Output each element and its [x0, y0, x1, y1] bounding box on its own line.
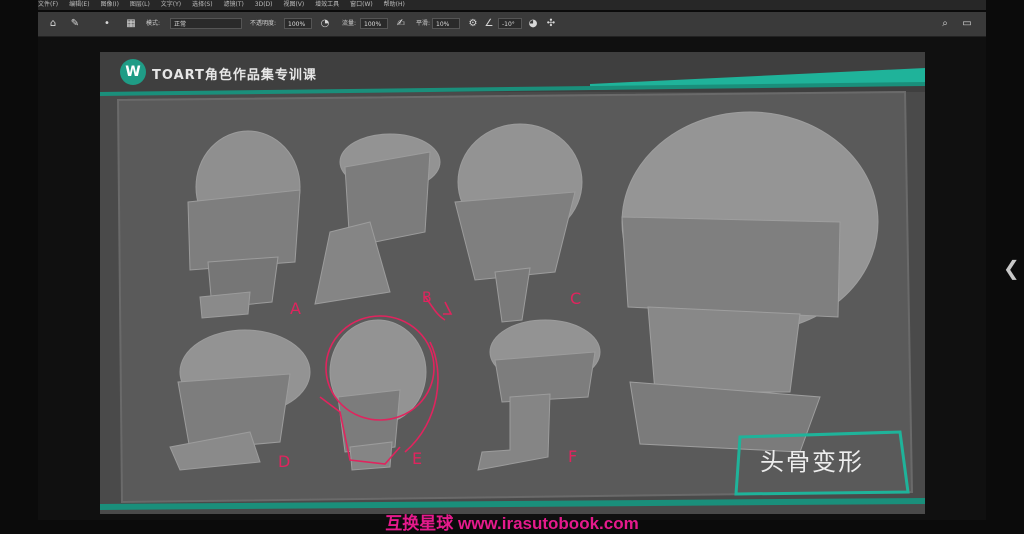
smooth-label: 平滑: [416, 20, 431, 27]
brush-settings-icon[interactable]: ▦ [124, 17, 138, 31]
menu-item-filter[interactable]: 滤镜(T) [224, 1, 244, 8]
menu-item-edit[interactable]: 编辑(E) [69, 1, 89, 8]
opacity-field[interactable]: 100% [284, 18, 312, 29]
flow-label: 流量: [342, 20, 357, 27]
menu-item-type[interactable]: 文字(Y) [161, 1, 181, 8]
label-c: C [570, 289, 581, 308]
home-icon[interactable]: ⌂ [46, 17, 60, 31]
opacity-label: 不透明度: [250, 20, 277, 27]
pressure-size-icon[interactable]: ◕ [526, 17, 540, 31]
gear-icon[interactable]: ⚙ [466, 17, 480, 31]
label-a: A [290, 299, 301, 318]
chevron-left-icon[interactable]: ❮ [1003, 256, 1020, 280]
label-b: B [422, 290, 432, 306]
topic-title: 头骨变形 [760, 448, 864, 476]
search-icon[interactable]: ⌕ [938, 17, 952, 31]
workspace-icon[interactable]: ▭ [960, 17, 974, 31]
smooth-field[interactable]: 10% [432, 18, 460, 29]
label-d: D [278, 452, 290, 471]
menu-item-3d[interactable]: 3D(D) [255, 1, 273, 8]
mode-label: 模式: [146, 20, 161, 27]
menu-item-image[interactable]: 图像(I) [100, 1, 118, 8]
brush-size-icon[interactable]: • [100, 17, 114, 31]
menu-bar: 文件(F) 编辑(E) 图像(I) 图层(L) 文字(Y) 选择(S) 滤镜(T… [38, 0, 986, 10]
menu-item-select[interactable]: 选择(S) [192, 1, 213, 8]
pressure-opacity-icon[interactable]: ◔ [318, 17, 332, 31]
angle-field[interactable]: -10° [498, 18, 522, 29]
mode-select[interactable]: 正常 [170, 18, 242, 29]
label-e: E [412, 449, 422, 468]
menu-item-window[interactable]: 窗口(W) [350, 1, 373, 8]
options-bar: ⌂ ✎ • ▦ 模式: 正常 不透明度: 100% ◔ 流量: 100% ✍ 平… [38, 12, 986, 37]
airbrush-icon[interactable]: ✍ [394, 17, 408, 31]
symmetry-icon[interactable]: ✣ [544, 17, 558, 31]
label-f: F [568, 447, 577, 466]
brush-tool-icon[interactable]: ✎ [68, 17, 82, 31]
menu-item-view[interactable]: 视图(V) [283, 1, 304, 8]
flow-field[interactable]: 100% [360, 18, 388, 29]
slide: W TOART角色作品集专训课 A C D E F B 头骨变形 [100, 52, 925, 514]
menu-item-file[interactable]: 文件(F) [38, 1, 58, 8]
menu-item-help[interactable]: 帮助(H) [384, 1, 405, 8]
angle-icon: ∠ [484, 18, 494, 29]
menu-item-layer[interactable]: 图层(L) [130, 1, 150, 8]
menu-item-plugins[interactable]: 增效工具 [315, 1, 339, 8]
watermark: 互换星球 www.irasutobook.com [385, 514, 639, 533]
